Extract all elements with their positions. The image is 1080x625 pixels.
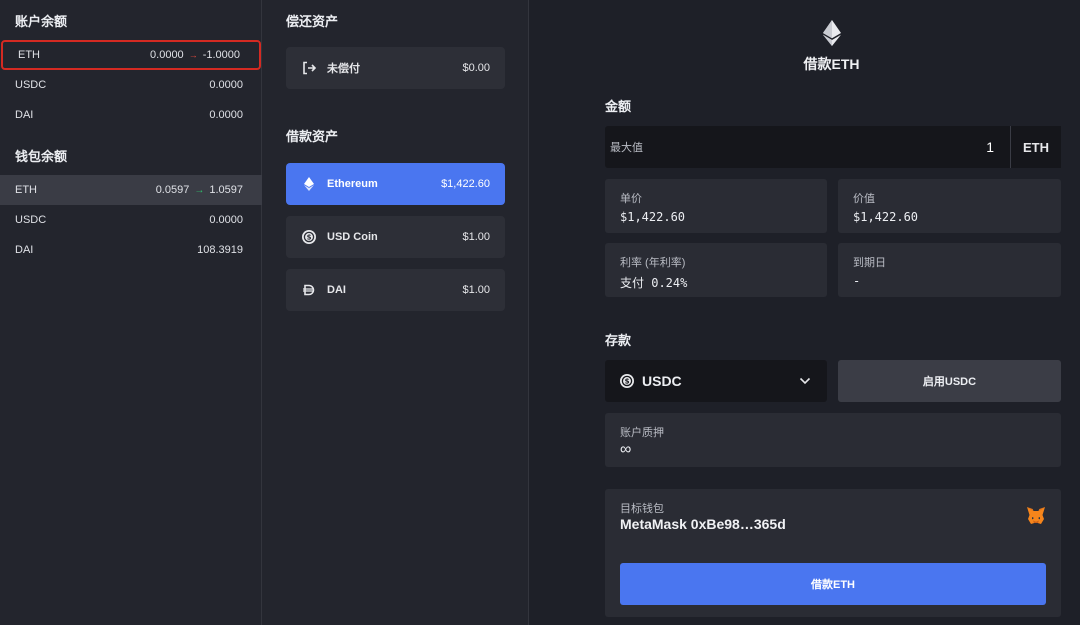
repay-title: 偿还资产 — [286, 14, 339, 29]
assets-column: 偿还资产 未偿付 $0.00 借款资产 Ethereum $1,422.60 $… — [262, 0, 529, 625]
unit-price-value: $1,422.60 — [620, 210, 686, 224]
balances-column: 账户余额 ETH 0.0000 → -1.0000 USDC 0.0000 DA… — [0, 0, 262, 625]
unit-price-label: 单价 — [620, 193, 642, 205]
item-amount: $0.00 — [462, 62, 490, 74]
wallet-balance-title: 钱包余额 — [15, 149, 68, 164]
deposit-asset-value: USDC — [642, 373, 682, 389]
arrow-right-icon: → — [194, 184, 205, 196]
account-balance-row-eth[interactable]: ETH 0.0000 → -1.0000 — [1, 40, 261, 70]
target-wallet-card: 目标钱包 MetaMask 0xBe98…365d 借款ETH — [605, 489, 1061, 617]
current-value: 0.0597 — [155, 184, 190, 196]
deposit-label: 存款 — [605, 333, 632, 348]
svg-text:$: $ — [307, 234, 312, 242]
balance-value: 0.0000 → -1.0000 — [150, 49, 240, 61]
current-value: 0.0000 — [150, 49, 184, 61]
wallet-balance-row-usdc[interactable]: USDC 0.0000 — [0, 205, 262, 235]
wallet-balance-row-eth[interactable]: ETH 0.0597 → 1.0597 — [0, 175, 262, 205]
collateral-value: ∞ — [620, 441, 632, 458]
svg-text:$: $ — [625, 378, 630, 386]
unit-price-card: 单价 $1,422.60 — [605, 179, 827, 233]
exit-arrow-icon — [301, 60, 317, 76]
collateral-label: 账户质押 — [620, 427, 664, 439]
item-label: DAI — [327, 284, 346, 296]
dai-icon — [301, 282, 317, 298]
balance-value: 0.0000 — [209, 109, 243, 121]
enable-usdc-button[interactable]: 启用USDC — [838, 360, 1061, 402]
maturity-value: - — [853, 274, 861, 288]
maturity-card: 到期日 - — [838, 243, 1061, 297]
item-label: 未偿付 — [327, 63, 360, 75]
balance-value: 0.0000 — [209, 214, 243, 226]
asset-label: ETH — [18, 49, 40, 61]
amount-unit: ETH — [1010, 126, 1061, 168]
borrow-item-usd-coin[interactable]: $ USD Coin $1.00 — [286, 216, 505, 258]
target-wallet-value: MetaMask 0xBe98…365d — [620, 516, 786, 532]
account-balance-title: 账户余额 — [15, 14, 68, 29]
balance-value: 0.0597 → 1.0597 — [156, 184, 243, 196]
borrow-item-ethereum[interactable]: Ethereum $1,422.60 — [286, 163, 505, 205]
usdc-coin-icon: $ — [619, 373, 635, 389]
rate-value: 支付 0.24% — [620, 276, 688, 290]
amount-input[interactable] — [794, 139, 994, 155]
value-card: 价值 $1,422.60 — [838, 179, 1061, 233]
borrow-title: 借款资产 — [286, 129, 339, 144]
account-balance-row-dai[interactable]: DAI 0.0000 — [0, 100, 262, 130]
item-label: USD Coin — [327, 231, 378, 243]
amount-label: 金额 — [605, 99, 632, 114]
new-value: 1.0597 — [209, 184, 243, 196]
asset-label: ETH — [15, 184, 37, 196]
ethereum-icon — [301, 176, 317, 192]
wallet-balance-row-dai[interactable]: DAI 108.3919 — [0, 235, 262, 265]
account-collateral-card: 账户质押 ∞ — [605, 413, 1061, 467]
maturity-label: 到期日 — [853, 257, 886, 269]
item-amount: $1.00 — [462, 231, 490, 243]
borrow-item-dai[interactable]: DAI $1.00 — [286, 269, 505, 311]
asset-label: USDC — [15, 79, 47, 91]
rate-card: 利率 (年利率) 支付 0.24% — [605, 243, 827, 297]
borrow-panel: 借款ETH 金额 最大值 ETH 单价 $1,422.60 价值 $1,422.… — [529, 0, 1080, 625]
usdc-coin-icon: $ — [301, 229, 317, 245]
borrow-eth-button[interactable]: 借款ETH — [620, 563, 1046, 605]
account-balance-row-usdc[interactable]: USDC 0.0000 — [0, 70, 262, 100]
chevron-down-icon — [797, 373, 813, 389]
max-button[interactable]: 最大值 — [610, 139, 643, 155]
new-value: -1.0000 — [202, 49, 240, 61]
balance-value: 0.0000 — [209, 79, 243, 91]
arrow-right-icon: → — [188, 50, 198, 60]
rate-label: 利率 (年利率) — [620, 257, 686, 269]
asset-label: USDC — [15, 214, 47, 226]
ethereum-logo-icon — [823, 20, 841, 51]
value-label: 价值 — [853, 193, 875, 205]
metamask-fox-icon — [1026, 506, 1046, 530]
value-value: $1,422.60 — [853, 210, 919, 224]
item-amount: $1.00 — [462, 284, 490, 296]
asset-label: DAI — [15, 109, 34, 121]
item-amount: $1,422.60 — [441, 178, 490, 190]
amount-field: 最大值 — [605, 126, 1010, 168]
deposit-asset-select[interactable]: $ USDC — [605, 360, 827, 402]
repay-item-outstanding[interactable]: 未偿付 $0.00 — [286, 47, 505, 89]
asset-label: DAI — [15, 244, 34, 256]
target-wallet-label: 目标钱包 — [620, 503, 664, 515]
balance-value: 108.3919 — [197, 244, 243, 256]
panel-title: 借款ETH — [803, 56, 860, 72]
item-label: Ethereum — [327, 178, 378, 190]
